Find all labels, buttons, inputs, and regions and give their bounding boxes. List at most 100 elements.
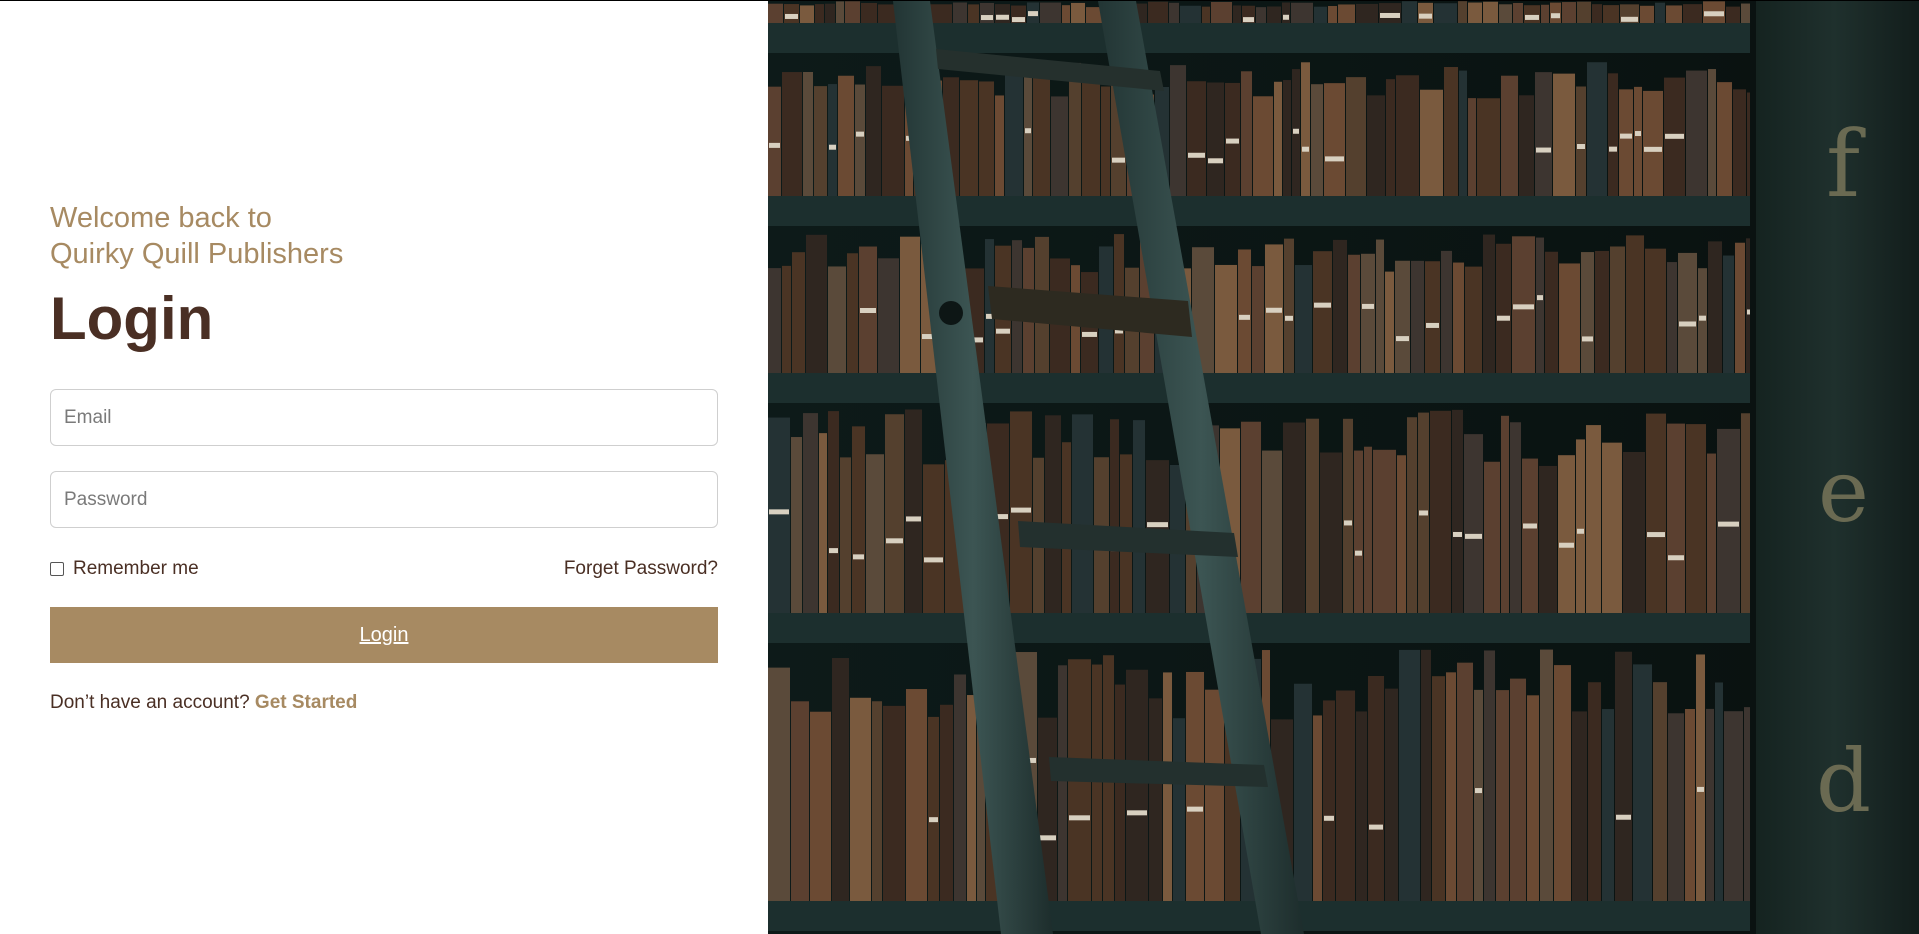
remember-me-checkbox[interactable]	[50, 562, 64, 576]
book-spine	[1202, 6, 1210, 23]
book-spine	[768, 417, 790, 613]
book-label	[769, 509, 789, 515]
book-label	[1362, 303, 1374, 309]
book-spine	[1668, 713, 1684, 901]
book-spine	[1558, 455, 1575, 613]
book-label	[1011, 507, 1031, 513]
book-label	[1679, 321, 1696, 327]
book-label	[1147, 522, 1168, 528]
book-spine	[1484, 461, 1500, 613]
book-spine	[968, 4, 979, 23]
book-label	[1069, 815, 1090, 821]
book-spine	[791, 437, 802, 613]
welcome-line-2: Quirky Quill Publishers	[50, 238, 344, 270]
book-spine	[1395, 260, 1410, 373]
book-spine	[1626, 235, 1644, 373]
book-spine	[1510, 678, 1526, 901]
book-spine	[1717, 82, 1732, 196]
book-spine	[814, 86, 827, 196]
book-label	[924, 557, 943, 563]
book-label	[1419, 510, 1428, 516]
book-spine	[1539, 465, 1557, 613]
book-label	[1536, 147, 1551, 153]
book-label	[1127, 810, 1147, 816]
book-spine	[1051, 96, 1068, 196]
book-spine	[810, 711, 831, 901]
remember-me-label: Remember me	[73, 558, 199, 579]
book-spine	[1328, 6, 1337, 23]
book-label	[1344, 520, 1352, 526]
login-button[interactable]: Login	[50, 607, 718, 663]
book-spine	[832, 658, 849, 901]
book-spine	[872, 701, 882, 901]
book-label	[1419, 13, 1432, 19]
book-spine	[1633, 664, 1652, 901]
book-spine	[847, 253, 858, 373]
book-spine	[1338, 4, 1355, 23]
book-spine	[1101, 86, 1110, 196]
book-spine	[1459, 70, 1467, 196]
book-spine	[1685, 708, 1695, 901]
book-label	[1226, 138, 1239, 144]
book-label	[785, 13, 798, 19]
book-label	[1208, 158, 1223, 164]
book-label	[1497, 315, 1510, 321]
book-label	[996, 328, 1010, 334]
book-label	[1582, 336, 1593, 342]
book-spine	[792, 252, 805, 373]
book-spine	[1545, 251, 1558, 373]
book-spine	[1205, 689, 1224, 901]
book-spine	[768, 268, 781, 373]
login-form: Welcome back to Quirky Quill Publishers …	[50, 200, 718, 714]
remember-me[interactable]: Remember me	[50, 558, 199, 580]
book-spine	[803, 413, 818, 613]
book-label	[1325, 156, 1344, 162]
book-spine	[1715, 682, 1723, 901]
book-spine	[1284, 238, 1294, 373]
book-spine	[828, 84, 837, 196]
book-spine	[905, 409, 922, 613]
book-spine	[1187, 81, 1206, 196]
book-spine	[782, 265, 791, 373]
book-spine	[1453, 262, 1464, 373]
book-spine	[1541, 4, 1549, 24]
book-spine	[1643, 90, 1663, 196]
book-spine	[1386, 79, 1395, 196]
forgot-password-link[interactable]: Forget Password?	[564, 558, 718, 580]
book-spine	[1458, 1, 1467, 23]
book-spine	[1646, 413, 1666, 613]
book-label	[1355, 550, 1362, 556]
book-spine	[1133, 420, 1145, 613]
password-field[interactable]	[50, 471, 718, 528]
book-label	[1187, 806, 1203, 812]
book-label	[856, 131, 864, 137]
book-spine	[1336, 690, 1355, 901]
book-label	[1718, 521, 1739, 527]
book-spine	[1484, 650, 1495, 901]
shelf-board	[768, 373, 1750, 403]
book-spine	[1576, 86, 1586, 196]
email-field[interactable]	[50, 389, 718, 446]
signup-prompt-text: Don’t have an account?	[50, 692, 250, 713]
book-spine	[1572, 711, 1587, 901]
book-spine	[1364, 446, 1372, 613]
book-spine	[815, 4, 824, 24]
book-label	[1559, 542, 1574, 548]
book-spine	[782, 72, 802, 196]
book-spine	[940, 704, 953, 901]
book-spine	[1215, 264, 1237, 373]
book-spine	[1527, 695, 1539, 901]
book-spine	[866, 66, 881, 196]
book-label	[1475, 788, 1482, 794]
book-spine	[1432, 676, 1445, 901]
book-spine	[1385, 271, 1394, 373]
book-spine	[882, 85, 904, 196]
book-spine	[1562, 2, 1576, 24]
book-spine	[1348, 254, 1360, 373]
get-started-link[interactable]: Get Started	[255, 692, 357, 713]
book-spine	[1356, 711, 1367, 901]
book-label	[996, 14, 1009, 20]
book-spine	[960, 80, 978, 196]
book-spine	[1559, 263, 1580, 373]
book-spine	[979, 81, 994, 196]
